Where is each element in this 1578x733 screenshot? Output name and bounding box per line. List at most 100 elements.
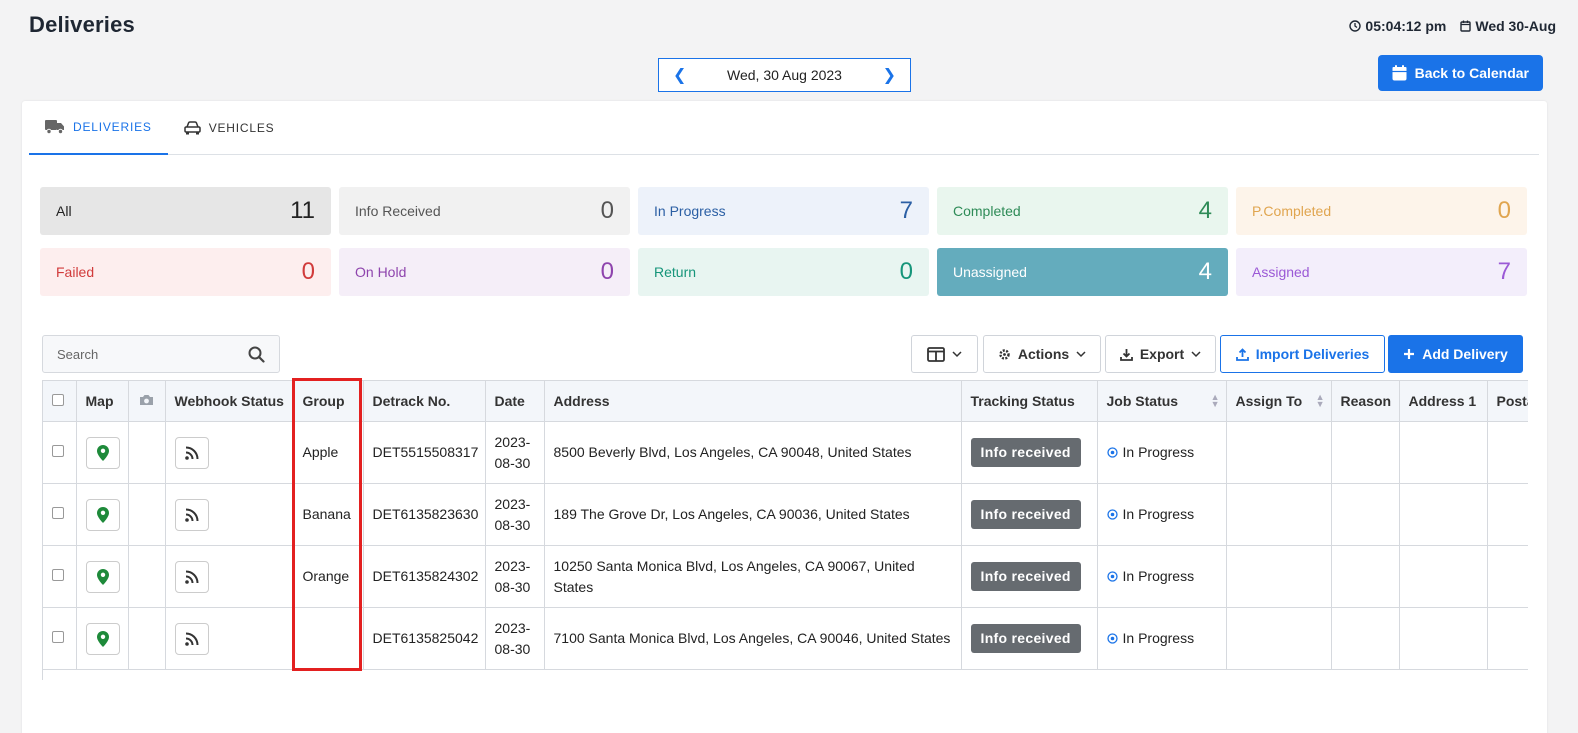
webhook-button[interactable] bbox=[174, 560, 209, 593]
column-header-postal[interactable]: Posta bbox=[1487, 380, 1528, 422]
webhook-button[interactable] bbox=[174, 436, 209, 469]
address-1-cell bbox=[1399, 483, 1488, 546]
deliveries-card: DELIVERIES VEHICLES All 11 Info Received 0 I… bbox=[22, 101, 1547, 733]
sort-icon[interactable]: ▲ ▼ bbox=[1211, 393, 1220, 409]
column-toggle-button[interactable] bbox=[911, 335, 978, 373]
stat-card-unassigned[interactable]: Unassigned 4 bbox=[937, 248, 1228, 296]
column-header-address-1[interactable]: Address 1 bbox=[1399, 380, 1488, 422]
address-cell: 7100 Santa Monica Blvd, Los Angeles, CA … bbox=[544, 607, 962, 670]
add-delivery-button[interactable]: Add Delivery bbox=[1388, 335, 1523, 373]
group-cell: Orange bbox=[293, 545, 364, 608]
column-header-reason[interactable]: Reason bbox=[1331, 380, 1400, 422]
table-row[interactable]: DET6135825042 2023- 08-30 7100 Santa Monica… bbox=[43, 607, 1528, 670]
webhook-button[interactable] bbox=[174, 498, 209, 531]
date-cell: 2023- 08-30 bbox=[485, 421, 545, 484]
group-cell: Apple bbox=[293, 421, 364, 484]
address-cell: 8500 Beverly Blvd, Los Angeles, CA 90048… bbox=[544, 421, 962, 484]
tab-deliveries[interactable]: DELIVERIES bbox=[29, 101, 168, 155]
map-cell bbox=[76, 483, 129, 546]
row-select-cell bbox=[43, 421, 77, 484]
stat-card-failed[interactable]: Failed 0 bbox=[40, 248, 331, 296]
export-label: Export bbox=[1139, 346, 1185, 362]
tracking-status-cell: Info received bbox=[961, 545, 1098, 608]
table-row[interactable]: Banana DET6135823630 2023- 08-30 189 The Gro… bbox=[43, 483, 1528, 546]
tracking-status-cell: Info received bbox=[961, 483, 1098, 546]
webhook-cell bbox=[165, 607, 294, 670]
table-row[interactable]: Apple DET5515508317 2023- 08-30 8500 Beverly… bbox=[43, 421, 1528, 484]
tab-vehicles[interactable]: VEHICLES bbox=[168, 101, 291, 155]
assign-to-cell[interactable] bbox=[1226, 421, 1332, 484]
job-status-text: In Progress bbox=[1122, 506, 1195, 522]
stat-card-p-completed[interactable]: P.Completed 0 bbox=[1236, 187, 1527, 235]
map-pin-icon bbox=[96, 506, 109, 523]
date-text: Wed 30-Aug bbox=[1475, 18, 1556, 34]
webhook-cell bbox=[165, 421, 294, 484]
column-header-webhook-status[interactable]: Webhook Status bbox=[165, 380, 294, 422]
assign-to-cell[interactable] bbox=[1226, 607, 1332, 670]
photo-cell bbox=[128, 545, 166, 608]
tracking-status-cell: Info received bbox=[961, 607, 1098, 670]
column-header-address[interactable]: Address bbox=[544, 380, 962, 422]
table-row[interactable]: Orange DET6135824302 2023- 08-30 10250 Santa… bbox=[43, 545, 1528, 608]
row-checkbox[interactable] bbox=[52, 631, 64, 643]
stat-card-assigned[interactable]: Assigned 7 bbox=[1236, 248, 1527, 296]
radio-dot-icon bbox=[1106, 571, 1118, 582]
column-header-assign-to[interactable]: Assign To ▲ ▼ bbox=[1226, 380, 1332, 422]
column-header-photo bbox=[128, 380, 166, 422]
date-navigator: ❮ Wed, 30 Aug 2023 ❯ bbox=[658, 58, 911, 92]
column-header-date[interactable]: Date bbox=[485, 380, 545, 422]
actions-button[interactable]: Actions bbox=[983, 335, 1101, 373]
stat-card-completed[interactable]: Completed 4 bbox=[937, 187, 1228, 235]
tab-vehicles-label: VEHICLES bbox=[208, 121, 275, 135]
map-cell bbox=[76, 545, 129, 608]
stat-count: 4 bbox=[1198, 197, 1212, 224]
import-deliveries-button[interactable]: Import Deliveries bbox=[1220, 335, 1385, 373]
deliveries-table: Map Webhook Status Group Detrack No. Dat… bbox=[43, 380, 1528, 670]
reason-cell bbox=[1331, 483, 1400, 546]
search-input[interactable] bbox=[57, 346, 217, 362]
import-deliveries-label: Import Deliveries bbox=[1255, 346, 1370, 362]
column-header-detrack-no[interactable]: Detrack No. bbox=[363, 380, 486, 422]
stat-card-in-progress[interactable]: In Progress 7 bbox=[638, 187, 929, 235]
webhook-button[interactable] bbox=[174, 622, 209, 655]
detrack-no-cell: DET6135823630 bbox=[363, 483, 486, 546]
stat-card-info-received[interactable]: Info Received 0 bbox=[339, 187, 630, 235]
export-button[interactable]: Export bbox=[1105, 335, 1216, 373]
map-button[interactable] bbox=[85, 436, 120, 469]
sort-icon[interactable]: ▲ ▼ bbox=[1316, 393, 1325, 409]
select-all-checkbox[interactable] bbox=[52, 394, 64, 406]
column-header-tracking-status[interactable]: Tracking Status bbox=[961, 380, 1098, 422]
tab-deliveries-label: DELIVERIES bbox=[73, 120, 152, 134]
time-display: 05:04:12 pm bbox=[1349, 18, 1446, 34]
row-checkbox[interactable] bbox=[52, 507, 64, 519]
row-checkbox[interactable] bbox=[52, 569, 64, 581]
stat-card-return[interactable]: Return 0 bbox=[638, 248, 929, 296]
job-status-cell: In Progress bbox=[1097, 483, 1227, 546]
back-to-calendar-button[interactable]: Back to Calendar bbox=[1377, 55, 1543, 91]
column-header-group[interactable]: Group bbox=[293, 380, 364, 422]
map-button[interactable] bbox=[85, 560, 120, 593]
search-icon[interactable] bbox=[248, 346, 265, 363]
map-button[interactable] bbox=[85, 498, 120, 531]
row-checkbox[interactable] bbox=[52, 445, 64, 457]
webhook-cell bbox=[165, 483, 294, 546]
assign-to-cell[interactable] bbox=[1226, 545, 1332, 608]
search-box bbox=[42, 335, 280, 373]
stat-card-on-hold[interactable]: On Hold 0 bbox=[339, 248, 630, 296]
stat-card-all[interactable]: All 11 bbox=[40, 187, 331, 235]
reason-cell bbox=[1331, 607, 1400, 670]
column-header-map[interactable]: Map bbox=[76, 380, 129, 422]
rss-icon bbox=[184, 446, 198, 460]
postal-cell bbox=[1487, 607, 1528, 670]
assign-to-cell[interactable] bbox=[1226, 483, 1332, 546]
deliveries-table-container: Map Webhook Status Group Detrack No. Dat… bbox=[42, 380, 1528, 680]
back-to-calendar-label: Back to Calendar bbox=[1414, 65, 1529, 81]
calendar-icon bbox=[1392, 65, 1407, 81]
current-date-label[interactable]: Wed, 30 Aug 2023 bbox=[727, 67, 842, 83]
chevron-left-icon[interactable]: ❮ bbox=[673, 65, 686, 85]
map-button[interactable] bbox=[85, 622, 120, 655]
detrack-no-cell: DET5515508317 bbox=[363, 421, 486, 484]
map-pin-icon bbox=[96, 568, 109, 585]
column-header-job-status[interactable]: Job Status ▲ ▼ bbox=[1097, 380, 1227, 422]
chevron-right-icon[interactable]: ❯ bbox=[883, 65, 896, 85]
